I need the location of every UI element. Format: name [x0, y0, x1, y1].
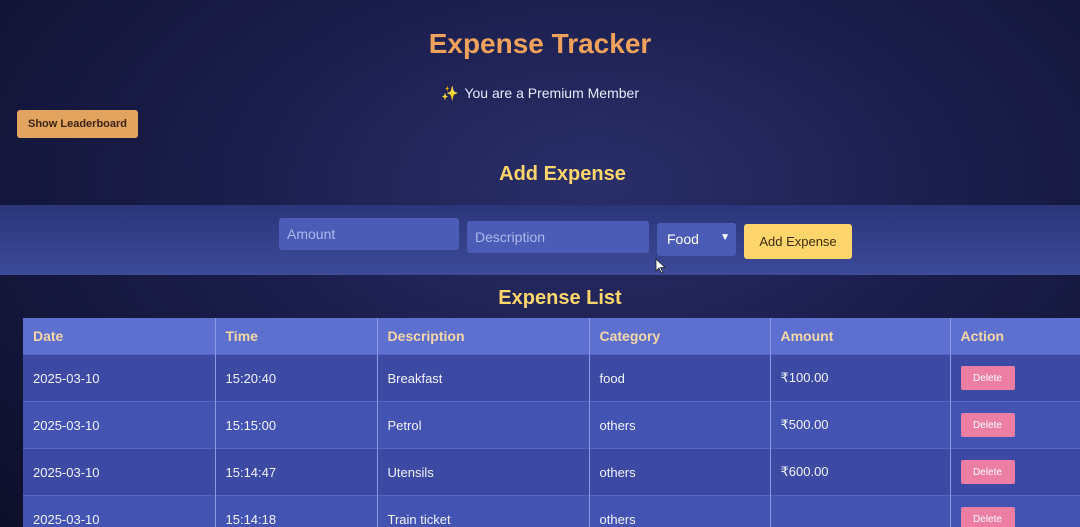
- date-cell: 2025-03-10: [23, 401, 216, 449]
- time-cell: 15:14:18: [215, 495, 378, 527]
- premium-status: ✨ You are a Premium Member: [0, 85, 1080, 102]
- category-selected-value: Food: [667, 231, 699, 247]
- action-cell: Delete: [950, 354, 1080, 402]
- column-header-category: Category: [589, 318, 771, 355]
- amount-cell: ₹100.00: [770, 354, 951, 402]
- action-cell: Delete: [950, 448, 1080, 496]
- table-row: 2025-03-10 15:15:00 Petrol others ₹500.0…: [23, 401, 1080, 449]
- time-cell: 15:14:47: [215, 448, 378, 496]
- description-cell: Breakfast: [377, 354, 590, 402]
- table-row: 2025-03-10 15:20:40 Breakfast food ₹100.…: [23, 354, 1080, 402]
- category-select[interactable]: Food ▼: [657, 223, 736, 256]
- add-expense-heading: Add Expense: [499, 163, 626, 185]
- amount-cell: ₹600.00: [770, 448, 951, 496]
- action-cell: Delete: [950, 495, 1080, 527]
- column-header-date: Date: [23, 318, 216, 355]
- column-header-description: Description: [377, 318, 590, 355]
- add-expense-button[interactable]: Add Expense: [744, 224, 852, 259]
- mouse-pointer-icon: [655, 258, 667, 274]
- category-cell: others: [589, 448, 771, 496]
- column-header-time: Time: [215, 318, 378, 355]
- delete-button[interactable]: Delete: [960, 366, 1015, 390]
- sparkle-icon: ✨: [441, 85, 459, 101]
- premium-text: You are a Premium Member: [464, 85, 639, 101]
- delete-button[interactable]: Delete: [960, 507, 1015, 527]
- time-cell: 15:15:00: [215, 401, 378, 449]
- table-row: 2025-03-10 15:14:18 Train ticket others …: [23, 495, 1080, 527]
- date-cell: 2025-03-10: [23, 495, 216, 527]
- description-cell: Utensils: [377, 448, 590, 496]
- amount-input[interactable]: [279, 218, 459, 250]
- delete-button[interactable]: Delete: [960, 413, 1015, 437]
- amount-cell: ₹500.00: [770, 401, 951, 449]
- description-input[interactable]: [467, 221, 649, 253]
- column-header-amount: Amount: [770, 318, 951, 355]
- expense-list-heading: Expense List: [498, 287, 622, 309]
- table-row: 2025-03-10 15:14:47 Utensils others ₹600…: [23, 448, 1080, 496]
- table-header-row: Date Time Description Category Amount Ac…: [23, 318, 1080, 355]
- action-cell: Delete: [950, 401, 1080, 449]
- description-cell: Train ticket: [377, 495, 590, 527]
- date-cell: 2025-03-10: [23, 354, 216, 402]
- category-cell: food: [589, 354, 771, 402]
- chevron-down-icon: ▼: [720, 232, 730, 243]
- page-title: Expense Tracker: [428, 28, 652, 59]
- delete-button[interactable]: Delete: [960, 460, 1015, 484]
- description-cell: Petrol: [377, 401, 590, 449]
- expense-table: Date Time Description Category Amount Ac…: [23, 318, 1080, 527]
- category-cell: others: [589, 401, 771, 449]
- show-leaderboard-button[interactable]: Show Leaderboard: [17, 110, 138, 138]
- column-header-action: Action: [950, 318, 1080, 355]
- time-cell: 15:20:40: [215, 354, 378, 402]
- amount-cell: [770, 495, 951, 527]
- category-cell: others: [589, 495, 771, 527]
- date-cell: 2025-03-10: [23, 448, 216, 496]
